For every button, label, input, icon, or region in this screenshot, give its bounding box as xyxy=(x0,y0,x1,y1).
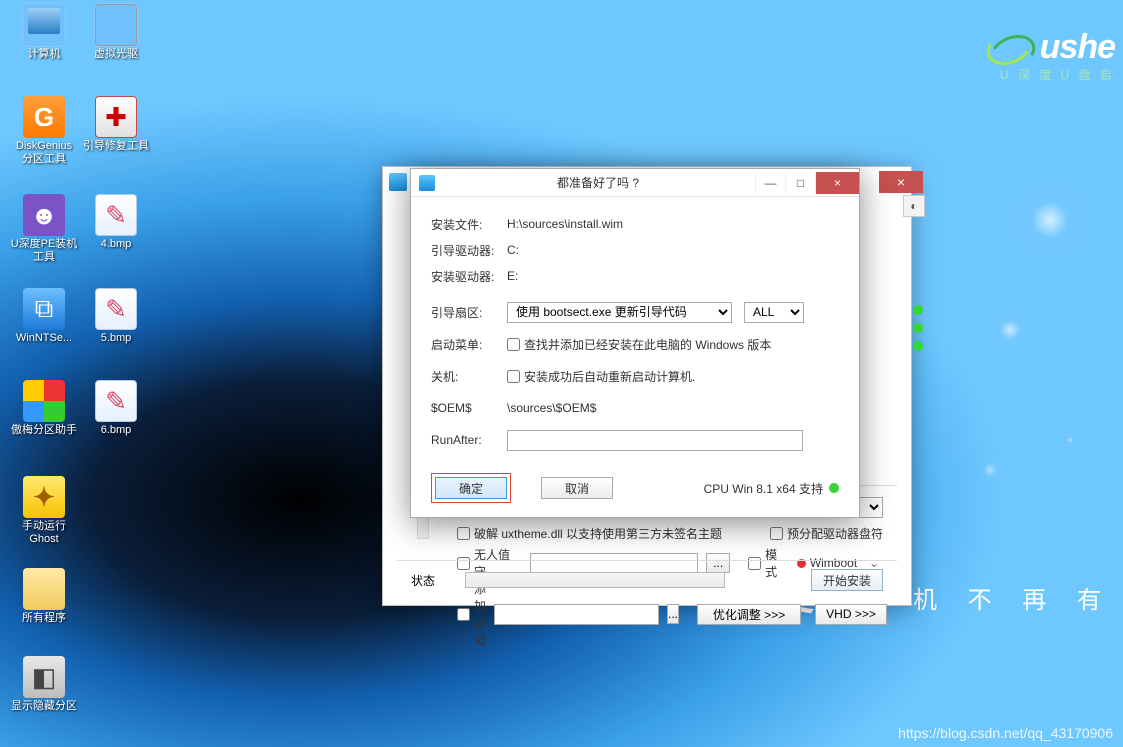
status-label: 状态 xyxy=(411,572,435,589)
install-file-label: 安装文件: xyxy=(431,216,507,233)
parent-toolbar-button[interactable]: ◐ xyxy=(903,195,925,217)
parent-status-leds xyxy=(913,305,923,351)
icon-diskgenius[interactable]: GDiskGenius 分区工具 xyxy=(12,96,76,165)
icon-winntsetup[interactable]: ⧉WinNTSe... xyxy=(12,288,76,345)
partition-icon xyxy=(23,380,65,422)
install-drive-label: 安装驱动器: xyxy=(431,268,507,285)
disc-icon xyxy=(95,4,137,46)
progress-bar xyxy=(465,572,725,588)
runafter-label: RunAfter: xyxy=(431,433,507,447)
oem-label: $OEM$ xyxy=(431,401,507,415)
ok-highlight: 确定 xyxy=(431,473,511,503)
cancel-button[interactable]: 取消 xyxy=(541,477,613,499)
brand-logo-sub: U 深 度 U 盘 启 xyxy=(1000,66,1115,83)
vhd-button[interactable]: VHD >>> xyxy=(815,604,887,625)
folder-icon xyxy=(23,568,65,610)
shutdown-checkbox[interactable]: 安装成功后自动重新启动计算机. xyxy=(507,368,695,385)
tune-button[interactable]: 优化调整 >>> xyxy=(697,604,801,625)
close-button[interactable]: × xyxy=(815,172,859,194)
icon-6bmp[interactable]: ✎6.bmp xyxy=(84,380,148,437)
firstaid-icon: ✚ xyxy=(95,96,137,138)
parent-window-icon xyxy=(389,173,407,191)
driver-path[interactable] xyxy=(494,604,659,625)
boot-drive-label: 引导驱动器: xyxy=(431,242,507,259)
boot-sector-label: 引导扇区: xyxy=(431,304,507,321)
icon-aomei[interactable]: 傲梅分区助手 xyxy=(12,380,76,437)
icon-virtual-drive[interactable]: 虚拟光驱 xyxy=(84,4,148,61)
icon-computer[interactable]: 计算机 xyxy=(12,4,76,61)
icon-manual-ghost[interactable]: ✦手动运行Ghost xyxy=(12,476,76,545)
start-menu-label: 启动菜单: xyxy=(431,336,507,353)
install-file-value: H:\sources\install.wim xyxy=(507,217,839,231)
brand-logo-text: ushe xyxy=(1040,28,1115,67)
boot-sector-select[interactable]: 使用 bootsect.exe 更新引导代码 xyxy=(507,302,732,323)
maximize-button[interactable]: □ xyxy=(785,172,815,194)
icon-all-programs[interactable]: 所有程序 xyxy=(12,568,76,625)
ghost-run-icon: ✦ xyxy=(23,476,65,518)
dialog-icon xyxy=(419,175,435,191)
winnt-icon: ⧉ xyxy=(23,288,65,330)
dialog-title: 都准备好了吗 ? xyxy=(441,174,755,191)
bmp-icon: ✎ xyxy=(95,380,137,422)
bmp-icon: ✎ xyxy=(95,288,137,330)
oem-value[interactable]: \sources\$OEM$ xyxy=(507,401,839,415)
icon-4bmp[interactable]: ✎4.bmp xyxy=(84,194,148,251)
boot-drive-value: C: xyxy=(507,243,839,257)
dialog-titlebar[interactable]: 都准备好了吗 ? — □ × xyxy=(411,169,859,197)
shutdown-label: 关机: xyxy=(431,368,507,385)
confirm-dialog: 都准备好了吗 ? — □ × 安装文件:H:\sources\install.w… xyxy=(410,168,860,518)
icon-boot-repair[interactable]: ✚引导修复工具 xyxy=(84,96,148,153)
driver-browse[interactable]: ... xyxy=(667,604,679,624)
chk-uxtheme[interactable]: 破解 uxtheme.dll 以支持使用第三方未签名主题 xyxy=(457,525,722,542)
boot-sector-all-select[interactable]: ALL xyxy=(744,302,804,323)
diskgenius-icon: G xyxy=(23,96,65,138)
start-menu-checkbox[interactable]: 查找并添加已经安装在此电脑的 Windows 版本 xyxy=(507,336,771,353)
icon-show-hidden[interactable]: ◧显示隐藏分区 xyxy=(12,656,76,713)
parent-close-button[interactable]: × xyxy=(879,171,923,193)
csdn-watermark: https://blog.csdn.net/qq_43170906 xyxy=(898,725,1113,741)
ghost-icon: ☻ xyxy=(23,194,65,236)
ok-button[interactable]: 确定 xyxy=(435,477,507,499)
minimize-button[interactable]: — xyxy=(755,172,785,194)
drive-icon: ◧ xyxy=(23,656,65,698)
swoosh-icon xyxy=(980,26,1034,68)
install-drive-value: E: xyxy=(507,269,839,283)
icon-5bmp[interactable]: ✎5.bmp xyxy=(84,288,148,345)
start-install-button[interactable]: 开始安装 xyxy=(811,569,883,591)
computer-icon xyxy=(23,4,65,46)
chk-prealloc[interactable]: 预分配驱动器盘符 xyxy=(770,525,883,542)
brand-logo: ushe xyxy=(980,26,1115,68)
status-led-icon xyxy=(829,483,839,493)
icon-pe-installer[interactable]: ☻U深度PE装机工具 xyxy=(12,194,76,263)
cpu-status: CPU Win 8.1 x64 支持 xyxy=(704,480,823,497)
runafter-input[interactable] xyxy=(507,430,803,451)
bmp-icon: ✎ xyxy=(95,194,137,236)
